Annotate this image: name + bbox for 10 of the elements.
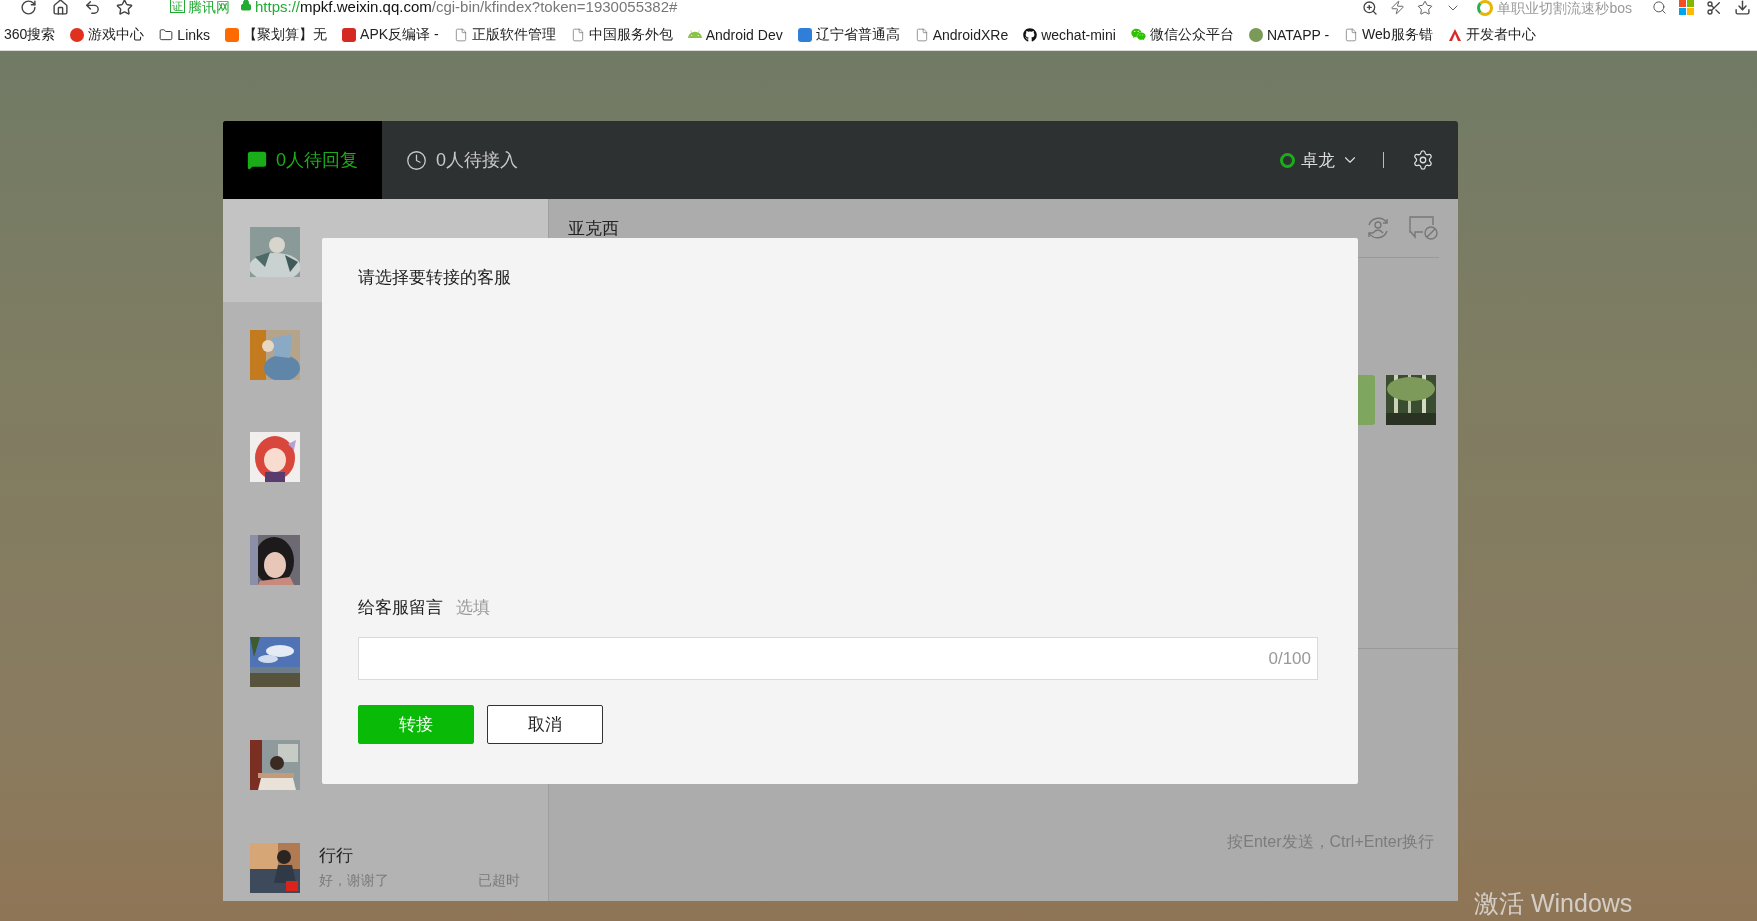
dialog-title: 请选择要转接的客服 (358, 267, 511, 289)
message-preview: 好，谢谢了 (319, 871, 389, 890)
contact-name: 行行 (319, 844, 354, 867)
site-label: 腾讯网 (188, 0, 230, 15)
chat-title: 亚克西 (568, 217, 619, 240)
site-badge: 证 (170, 0, 185, 13)
character-counter: 0/100 (1268, 648, 1311, 669)
message-label: 给客服留言 (358, 597, 443, 619)
optional-hint: 选填 (456, 597, 490, 619)
activation-notice: 激活 Windows (1474, 888, 1633, 919)
